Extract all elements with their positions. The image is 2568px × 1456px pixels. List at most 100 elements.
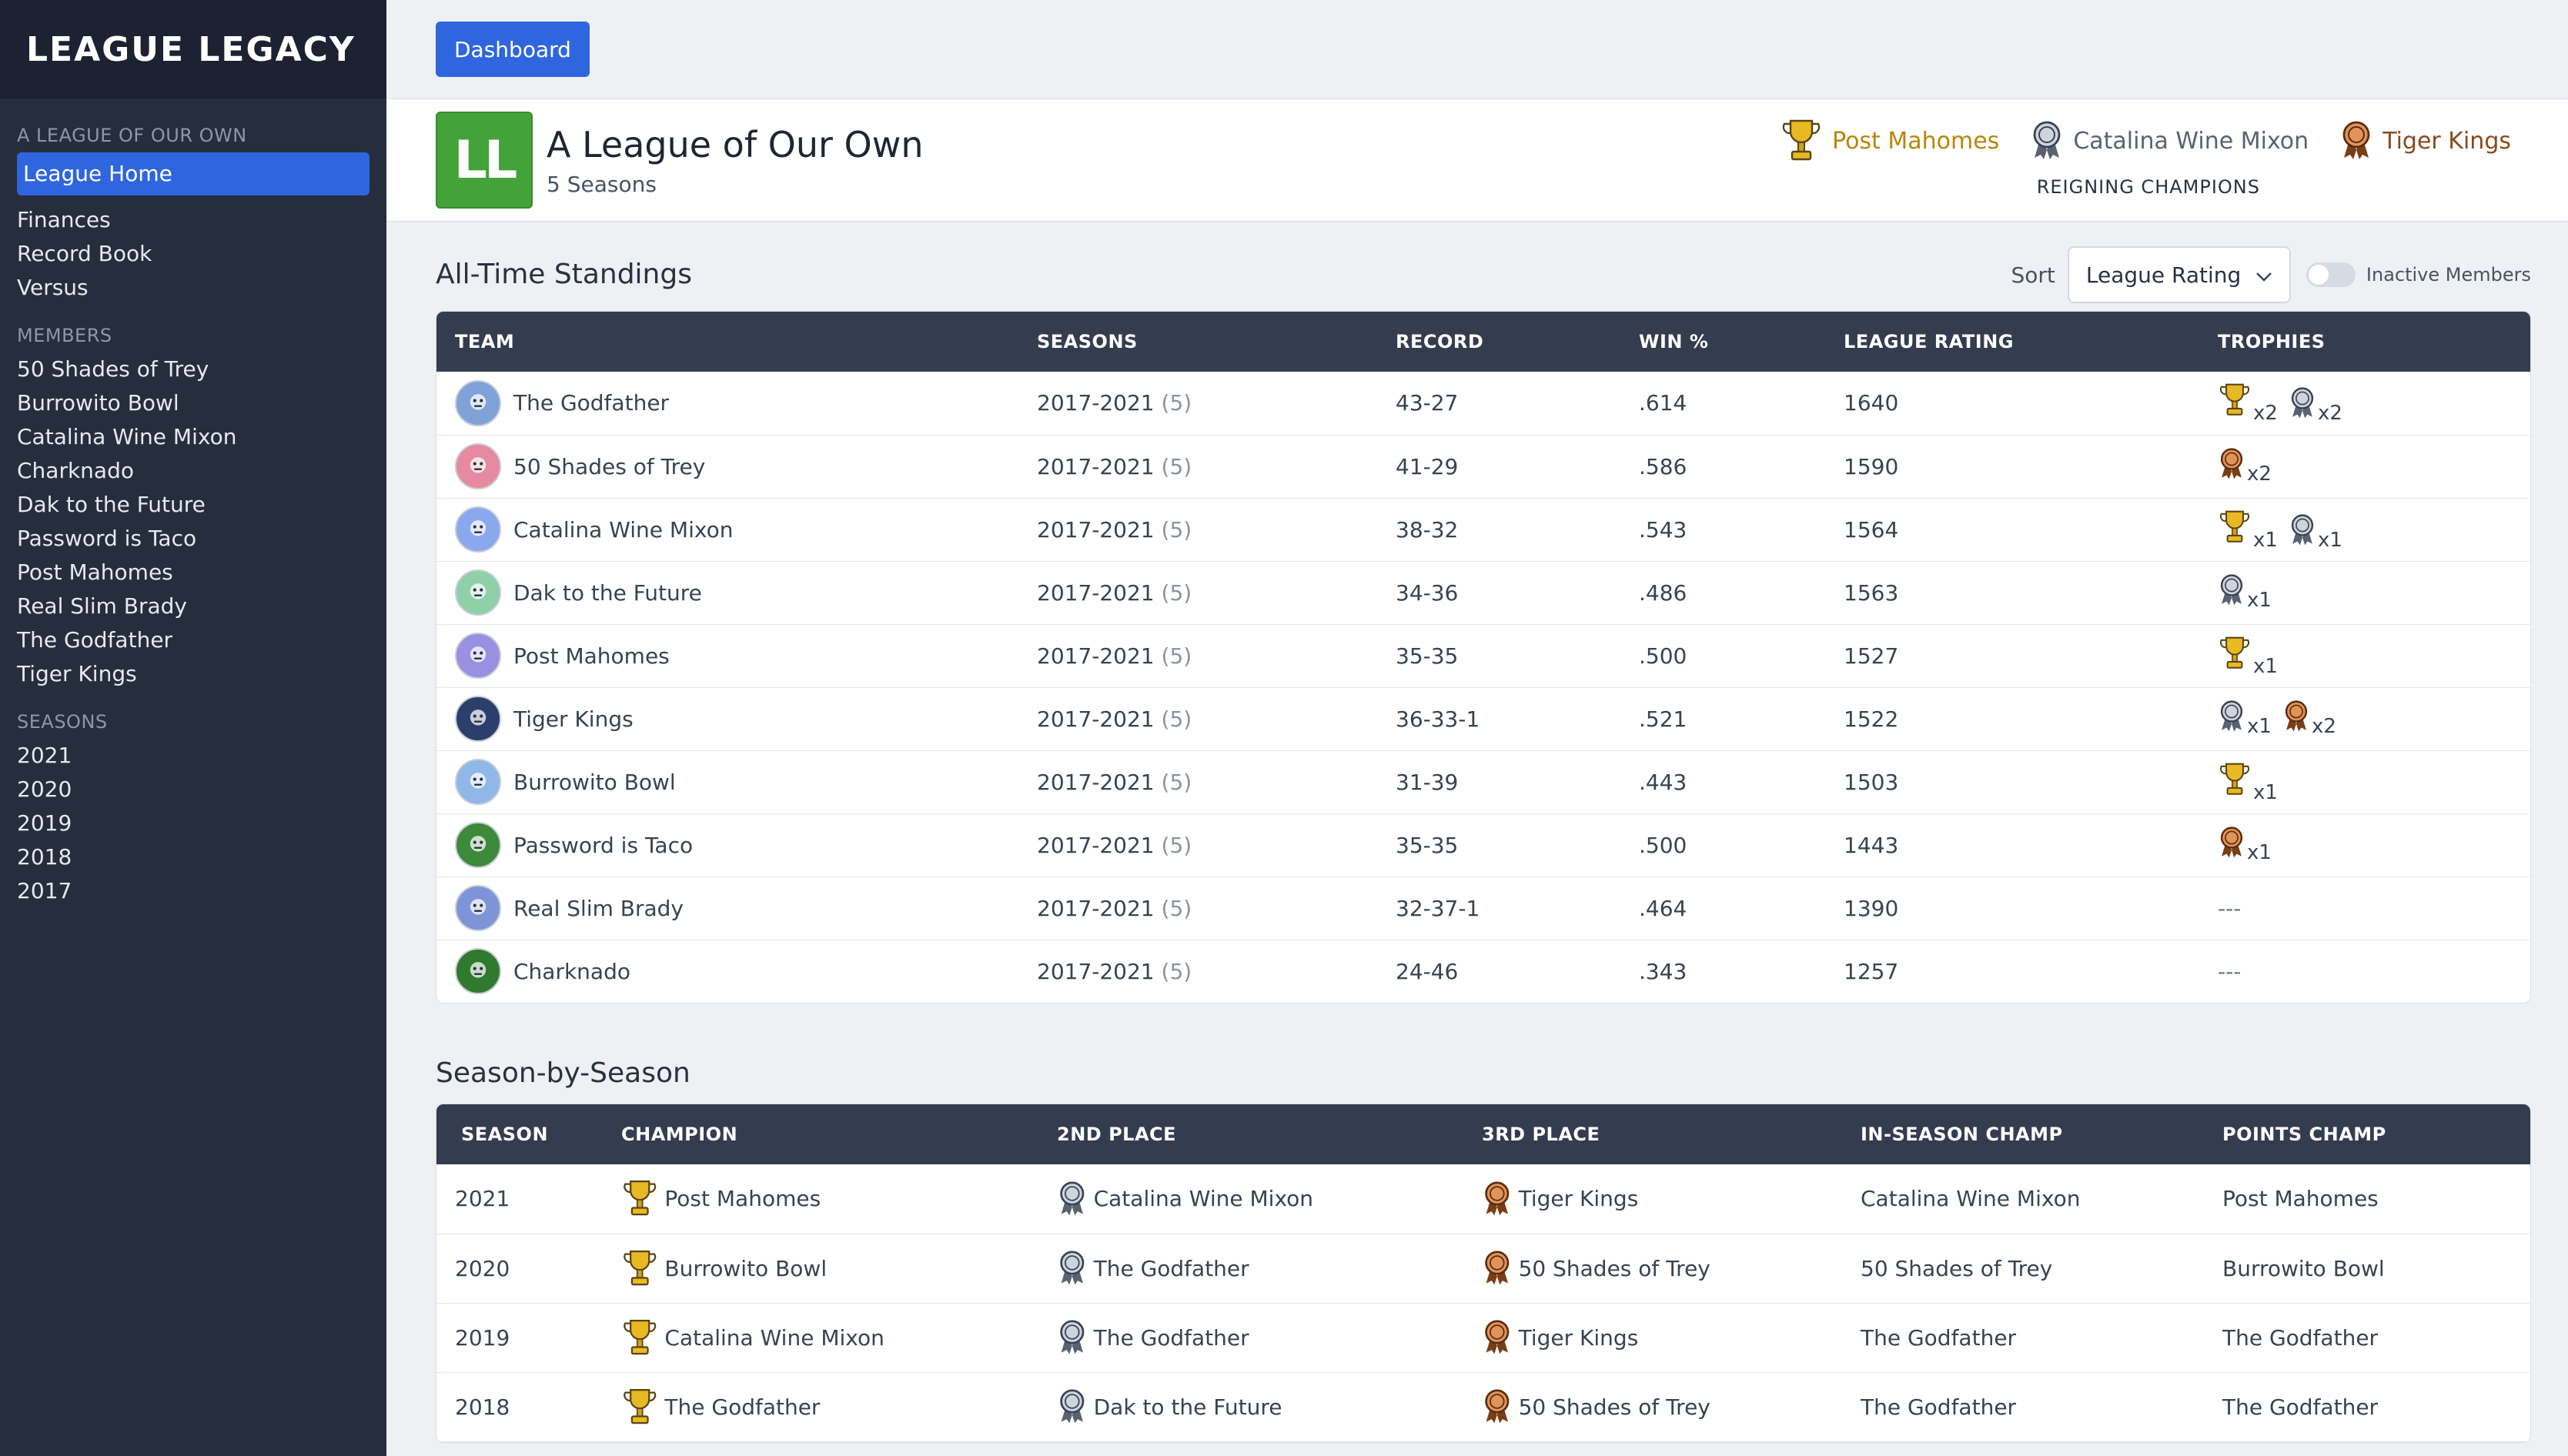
team-win-pct: .521 [1639, 687, 1844, 751]
sidebar-item-finances[interactable]: Finances [17, 203, 369, 237]
team-seasons: 2017-2021 [1037, 643, 1155, 669]
season-in-season-champ[interactable]: Catalina Wine Mixon [1861, 1164, 2222, 1234]
col-seasons[interactable]: SEASONS [1037, 312, 1396, 372]
sidebar-item-record-book[interactable]: Record Book [17, 237, 369, 271]
team-name[interactable]: Dak to the Future [513, 580, 702, 606]
trophy-multiplier: x2 [2311, 714, 2336, 738]
sidebar-season-item[interactable]: 2017 [17, 874, 369, 908]
season-second-place[interactable]: The Godfather [1094, 1256, 1249, 1281]
season-points-champ[interactable]: Post Mahomes [2222, 1164, 2530, 1234]
sidebar-member-item[interactable]: 50 Shades of Trey [17, 352, 369, 386]
sidebar-member-item[interactable]: Real Slim Brady [17, 589, 369, 623]
sidebar-member-item[interactable]: Post Mahomes [17, 556, 369, 589]
standings-row[interactable]: Catalina Wine Mixon 2017-2021 (5) 38-32.54… [436, 498, 2530, 562]
team-name[interactable]: The Godfather [513, 390, 669, 416]
team-name[interactable]: Charknado [513, 959, 630, 984]
team-name[interactable]: Real Slim Brady [513, 896, 684, 921]
season-second-place[interactable]: Catalina Wine Mixon [1094, 1186, 1313, 1211]
sort-value: League Rating [2085, 262, 2242, 288]
sort-select[interactable]: League Rating [2067, 246, 2291, 303]
team-seasons: 2017-2021 [1037, 516, 1155, 543]
trophy-count: x1 [2218, 826, 2272, 864]
season-third-place[interactable]: Tiger Kings [1519, 1186, 1639, 1211]
team-win-pct: .614 [1639, 372, 1844, 436]
season-row: 2019 Catalina Wine Mixon The Godfather Tige… [436, 1303, 2530, 1373]
team-trophies: x1 [2218, 561, 2530, 625]
sidebar-member-item[interactable]: Password is Taco [17, 522, 369, 556]
sidebar-season-item[interactable]: 2021 [17, 739, 369, 773]
season-second-place[interactable]: Dak to the Future [1094, 1394, 1282, 1420]
season-third-place[interactable]: 50 Shades of Trey [1519, 1394, 1710, 1420]
champion-third[interactable]: Tiger Kings [2339, 121, 2511, 161]
team-name[interactable]: Catalina Wine Mixon [513, 517, 733, 543]
app-logo[interactable]: LEAGUE LEGACY [26, 30, 356, 69]
standings-row[interactable]: The Godfather 2017-2021 (5) 43-27.614 1640 x… [436, 372, 2530, 436]
sidebar-member-item[interactable]: Dak to the Future [17, 488, 369, 522]
standings-row[interactable]: Post Mahomes 2017-2021 (5) 35-35.500 1527 x1 [436, 624, 2530, 688]
sidebar-item-versus[interactable]: Versus [17, 271, 369, 305]
season-champion[interactable]: Post Mahomes [664, 1186, 821, 1211]
sidebar-season-item[interactable]: 2018 [17, 840, 369, 874]
gold-trophy-icon [2218, 760, 2252, 804]
dashboard-button[interactable]: Dashboard [436, 22, 590, 77]
season-year[interactable]: 2019 [436, 1303, 621, 1373]
team-name[interactable]: Password is Taco [513, 833, 693, 858]
sidebar-member-item[interactable]: The Godfather [17, 623, 369, 657]
season-champion[interactable]: Catalina Wine Mixon [664, 1325, 884, 1351]
col-team[interactable]: TEAM [436, 312, 1037, 372]
team-record: 32-37-1 [1396, 877, 1639, 940]
sidebar-member-item[interactable]: Charknado [17, 454, 369, 488]
champion-second[interactable]: Catalina Wine Mixon [2030, 121, 2309, 161]
team-league-rating: 1522 [1844, 687, 2218, 751]
season-points-champ[interactable]: Burrowito Bowl [2222, 1234, 2530, 1304]
gold-trophy-icon [1780, 116, 1823, 165]
standings-row[interactable]: Burrowito Bowl 2017-2021 (5) 31-39.443 1503… [436, 750, 2530, 814]
col-third-place: 3RD PLACE [1482, 1104, 1861, 1164]
sidebar-season-item[interactable]: 2020 [17, 773, 369, 806]
season-in-season-champ[interactable]: The Godfather [1861, 1372, 2222, 1442]
sidebar-member-item[interactable]: Burrowito Bowl [17, 386, 369, 420]
standings-row[interactable]: 50 Shades of Trey 2017-2021 (5) 41-29.586 1… [436, 435, 2530, 499]
trophy-count: x1 [2218, 700, 2272, 738]
standings-row[interactable]: Password is Taco 2017-2021 (5) 35-35.500 14… [436, 813, 2530, 877]
col-record[interactable]: RECORD [1396, 312, 1639, 372]
season-in-season-champ[interactable]: The Godfather [1861, 1303, 2222, 1373]
standings-row[interactable]: Charknado 2017-2021 (5) 24-46 .343 1257 --- [436, 940, 2530, 1003]
season-count: (5) [1161, 895, 1192, 921]
topbar: Dashboard [386, 0, 2568, 99]
team-trophies: x2 [2218, 435, 2530, 499]
season-in-season-champ[interactable]: 50 Shades of Trey [1861, 1234, 2222, 1304]
bronze-medal-icon [2339, 121, 2373, 161]
col-win-pct[interactable]: WIN % [1639, 312, 1844, 372]
season-points-champ[interactable]: The Godfather [2222, 1303, 2530, 1373]
sidebar-member-item[interactable]: Catalina Wine Mixon [17, 420, 369, 454]
trophy-count: x2 [2218, 447, 2272, 486]
standings-row[interactable]: Dak to the Future 2017-2021 (5) 34-36.486 1… [436, 561, 2530, 625]
season-third-place[interactable]: 50 Shades of Trey [1519, 1256, 1710, 1281]
team-name[interactable]: Post Mahomes [513, 643, 670, 669]
team-name[interactable]: Burrowito Bowl [513, 770, 676, 795]
standings-row[interactable]: Tiger Kings 2017-2021 (5) 36-33-1.521 1522 x… [436, 687, 2530, 751]
team-name[interactable]: Tiger Kings [513, 706, 634, 732]
season-champion[interactable]: The Godfather [664, 1394, 820, 1420]
season-champion[interactable]: Burrowito Bowl [664, 1256, 827, 1281]
season-year[interactable]: 2018 [436, 1372, 621, 1442]
team-record: 36-33-1 [1396, 687, 1639, 751]
sidebar-season-item[interactable]: 2019 [17, 806, 369, 840]
sidebar-member-item[interactable]: Tiger Kings [17, 657, 369, 691]
season-second-place[interactable]: The Godfather [1094, 1325, 1249, 1351]
team-name[interactable]: 50 Shades of Trey [513, 454, 705, 479]
season-third-place[interactable]: Tiger Kings [1519, 1325, 1639, 1351]
league-logo: LL [436, 112, 533, 209]
season-points-champ[interactable]: The Godfather [2222, 1372, 2530, 1442]
season-year[interactable]: 2021 [436, 1164, 621, 1234]
season-year[interactable]: 2020 [436, 1234, 621, 1304]
sidebar-item-league-home[interactable]: League Home [17, 152, 369, 195]
champion-first[interactable]: Post Mahomes [1780, 116, 1999, 165]
team-avatar [455, 759, 501, 805]
team-league-rating: 1640 [1844, 372, 2218, 436]
col-league-rating[interactable]: LEAGUE RATING [1844, 312, 2218, 372]
col-trophies[interactable]: TROPHIES [2218, 312, 2530, 372]
standings-row[interactable]: Real Slim Brady 2017-2021 (5) 32-37-1.464 1… [436, 877, 2530, 940]
inactive-members-toggle[interactable] [2306, 262, 2356, 287]
